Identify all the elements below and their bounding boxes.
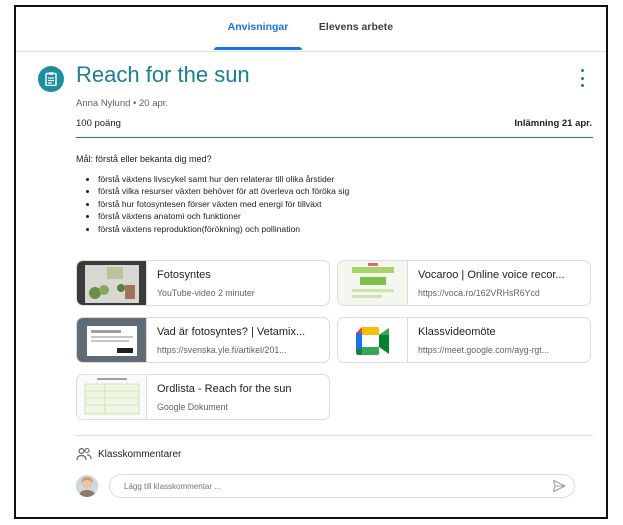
attachment-subtitle: https://svenska.yle.fi/artikel/201... xyxy=(157,345,287,355)
assignment-author-date: Anna Nylund • 20 apr. xyxy=(76,98,169,109)
document-thumbnail xyxy=(77,375,147,419)
attachment-title: Fotosyntes xyxy=(157,269,211,281)
attachment-card-klassvideomote[interactable]: Klassvideomöte https://meet.google.com/a… xyxy=(337,317,591,363)
attachment-card-fotosyntes[interactable]: Fotosyntes YouTube-video 2 minuter xyxy=(76,260,330,306)
google-meet-icon xyxy=(338,318,408,362)
more-options-icon[interactable] xyxy=(577,69,587,87)
class-comment-input[interactable] xyxy=(109,474,575,498)
attachment-card-ordlista[interactable]: Ordlista - Reach for the sun Google Doku… xyxy=(76,374,330,420)
tab-bar: Anvisningar Elevens arbete xyxy=(16,7,606,52)
assignment-points: 100 poäng xyxy=(76,118,121,129)
attachment-title: Ordlista - Reach for the sun xyxy=(157,383,292,395)
attachment-subtitle: https://voca.ro/162VRHsR6Ycd xyxy=(418,288,540,298)
avatar xyxy=(76,475,98,497)
video-thumbnail xyxy=(77,261,147,305)
list-item: förstå vilka resurser växten behöver för… xyxy=(98,185,349,197)
attachment-subtitle: https://meet.google.com/ayg-rgt... xyxy=(418,345,550,355)
assignment-icon xyxy=(38,66,64,92)
attachment-title: Vad är fotosyntes? | Vetamix... xyxy=(157,326,306,338)
attachment-card-vad-ar-fotosyntes[interactable]: Vad är fotosyntes? | Vetamix... https://… xyxy=(76,317,330,363)
tab-elevens-arbete[interactable]: Elevens arbete xyxy=(306,7,406,51)
list-item: förstå hur fotosyntesen förser växten me… xyxy=(98,198,349,210)
assignment-goal: Mål: förstå eller bekanta dig med? xyxy=(76,154,212,164)
attachment-card-vocaroo[interactable]: Vocaroo | Online voice recor... https://… xyxy=(337,260,591,306)
send-icon[interactable] xyxy=(552,479,566,493)
class-comments-label: Klasskommentarer xyxy=(98,448,182,460)
link-thumbnail xyxy=(77,318,147,362)
list-item: förstå växtens anatomi och funktioner xyxy=(98,210,349,222)
header-divider xyxy=(76,137,593,138)
assignment-title: Reach for the sun xyxy=(76,62,250,87)
classroom-window: Anvisningar Elevens arbete Reach for the… xyxy=(14,5,608,519)
list-item: förstå växtens reproduktion(förökning) o… xyxy=(98,223,349,235)
class-comments-header: Klasskommentarer xyxy=(76,447,181,461)
goal-list: förstå växtens livscykel samt hur den re… xyxy=(88,173,349,235)
attachment-subtitle: Google Dokument xyxy=(157,402,228,412)
attachment-title: Klassvideomöte xyxy=(418,326,496,338)
list-item: förstå växtens livscykel samt hur den re… xyxy=(98,173,349,185)
assignment-due-date: Inlämning 21 apr. xyxy=(514,118,592,129)
attachment-subtitle: YouTube-video 2 minuter xyxy=(157,288,255,298)
tab-anvisningar[interactable]: Anvisningar xyxy=(214,7,302,51)
comments-divider xyxy=(76,435,593,436)
link-thumbnail xyxy=(338,261,408,305)
active-tab-indicator xyxy=(214,47,302,50)
people-icon xyxy=(76,447,92,461)
attachment-title: Vocaroo | Online voice recor... xyxy=(418,269,565,281)
